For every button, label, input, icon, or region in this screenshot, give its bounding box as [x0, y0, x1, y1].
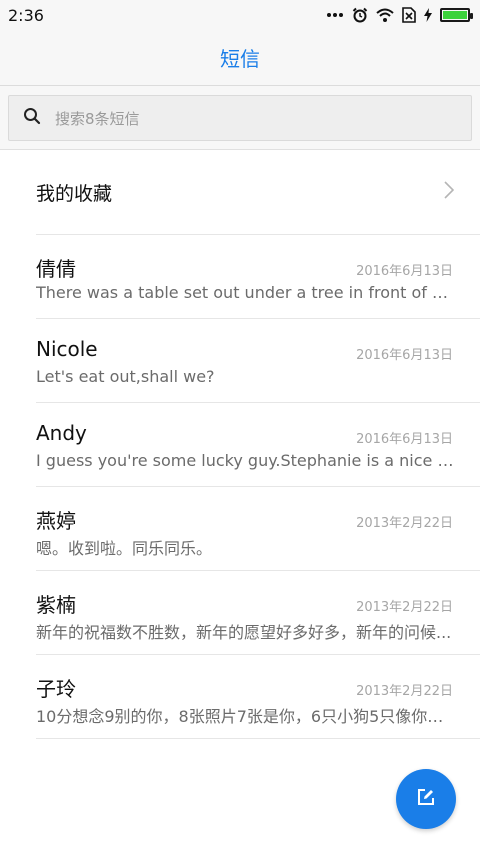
favorites-row[interactable]: 我的收藏	[0, 150, 480, 234]
contact-name: Andy	[36, 421, 87, 445]
message-date: 2013年2月22日	[356, 684, 453, 699]
message-preview: 嗯。收到啦。同乐同乐。	[36, 539, 213, 558]
contact-name: 燕婷	[36, 509, 76, 533]
search-icon	[23, 107, 41, 129]
list-divider	[36, 738, 480, 739]
search-input[interactable]: 搜索8条短信	[8, 95, 472, 141]
contact-name: 倩倩	[36, 257, 76, 281]
status-icons	[326, 7, 473, 23]
page-title: 短信	[220, 47, 260, 71]
message-preview: There was a table set out under a tree i…	[36, 283, 454, 302]
message-date: 2016年6月13日	[356, 432, 453, 447]
message-date: 2016年6月13日	[356, 264, 453, 279]
status-time: 2:36	[8, 5, 44, 25]
conversation-item[interactable]: 燕婷 2013年2月22日 嗯。收到啦。同乐同乐。	[36, 486, 480, 570]
message-date: 2016年6月13日	[356, 348, 453, 363]
contact-name: Nicole	[36, 337, 98, 361]
battery-icon	[440, 8, 473, 22]
app-header: 短信	[0, 30, 480, 86]
message-date: 2013年2月22日	[356, 516, 453, 531]
sim-off-icon	[402, 7, 416, 23]
message-preview: I guess you're some lucky guy.Stephanie …	[36, 451, 454, 470]
contact-name: 紫楠	[36, 593, 76, 617]
conversation-item[interactable]: Nicole 2016年6月13日 Let's eat out,shall we…	[36, 318, 480, 402]
conversation-list: 倩倩 2016年6月13日 There was a table set out …	[0, 234, 480, 739]
alarm-icon	[352, 7, 368, 23]
message-preview: 新年的祝福数不胜数，新年的愿望好多好多，新年的问候...	[36, 623, 452, 642]
more-dots-icon	[326, 12, 344, 18]
compose-icon	[416, 787, 436, 811]
compose-button[interactable]	[396, 769, 456, 829]
favorites-label: 我的收藏	[36, 182, 113, 205]
message-preview: Let's eat out,shall we?	[36, 367, 215, 386]
message-date: 2013年2月22日	[356, 600, 453, 615]
chevron-right-icon	[444, 181, 455, 203]
conversation-item[interactable]: 子玲 2013年2月22日 10分想念9别的你，8张照片7张是你，6只小狗5只像…	[36, 654, 480, 738]
conversation-item[interactable]: 倩倩 2016年6月13日 There was a table set out …	[36, 234, 480, 318]
conversation-item[interactable]: Andy 2016年6月13日 I guess you're some luck…	[36, 402, 480, 486]
messages-screen: 2:36 短信 搜索8条短信 我的收藏 倩倩 2016年6月13日 There …	[0, 0, 480, 853]
status-bar: 2:36	[0, 0, 480, 30]
wifi-icon	[376, 8, 394, 22]
search-bar: 搜索8条短信	[0, 86, 480, 150]
conversation-item[interactable]: 紫楠 2013年2月22日 新年的祝福数不胜数，新年的愿望好多好多，新年的问候.…	[36, 570, 480, 654]
message-preview: 10分想念9别的你，8张照片7张是你，6只小狗5只像你，4...	[36, 707, 454, 726]
contact-name: 子玲	[36, 677, 76, 701]
charging-icon	[424, 8, 432, 22]
search-placeholder: 搜索8条短信	[55, 109, 140, 128]
